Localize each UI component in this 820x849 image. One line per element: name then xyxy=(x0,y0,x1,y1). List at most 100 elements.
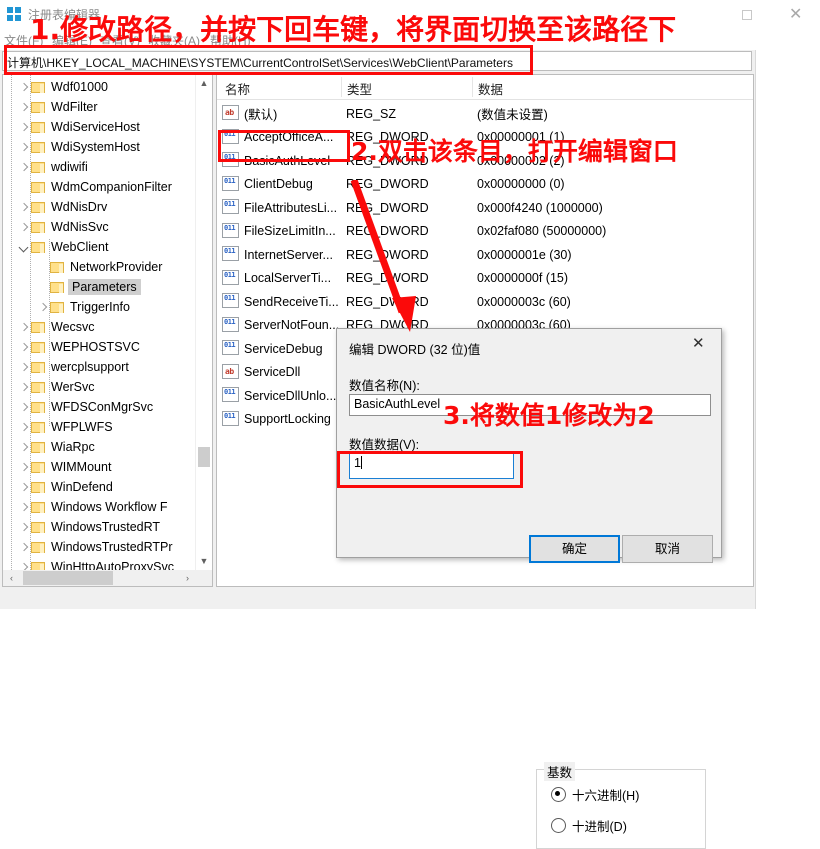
maximize-button[interactable] xyxy=(726,0,772,30)
tree-item-label: WiaRpc xyxy=(51,440,95,454)
tree-item-label: WFPLWFS xyxy=(51,420,113,434)
value-row[interactable]: 011 110FileSizeLimitIn...REG_DWORD0x02fa… xyxy=(217,220,753,243)
folder-icon xyxy=(31,321,46,334)
value-row[interactable]: 011 110InternetServer...REG_DWORD0x00000… xyxy=(217,243,753,266)
registry-tree-pane[interactable]: Wdf01000 WdFilter WdiServiceHost WdiSystemH… xyxy=(2,74,213,587)
tree-item-networkprovider[interactable]: NetworkProvider xyxy=(3,257,212,277)
ok-button[interactable]: 确定 xyxy=(529,535,620,563)
tree-item-wdf01000[interactable]: Wdf01000 xyxy=(3,77,212,97)
chevron-right-icon[interactable] xyxy=(17,381,30,394)
tree-item-wimmount[interactable]: WIMMount xyxy=(3,457,212,477)
value-row[interactable]: 011 110ClientDebugREG_DWORD0x00000000 (0… xyxy=(217,173,753,196)
value-name: ClientDebug xyxy=(244,177,313,191)
tree-item-label: TriggerInfo xyxy=(70,300,130,314)
radio-hexadecimal[interactable]: 十六进制(H) xyxy=(551,785,639,804)
tree-item-windefend[interactable]: WinDefend xyxy=(3,477,212,497)
tree-scroll-right-icon[interactable]: › xyxy=(179,570,196,586)
tree-item-label: wercplsupport xyxy=(51,360,129,374)
dword-value-icon: 011 110 xyxy=(222,340,239,355)
tree-item-label: WdiSystemHost xyxy=(51,140,140,154)
tree-hscroll-thumb[interactable] xyxy=(23,571,113,585)
value-data: (数值未设置) xyxy=(477,108,548,122)
chevron-right-icon[interactable] xyxy=(17,161,30,174)
chevron-right-icon[interactable] xyxy=(17,521,30,534)
folder-icon xyxy=(31,461,46,474)
folder-icon xyxy=(31,361,46,374)
cancel-button[interactable]: 取消 xyxy=(622,535,713,563)
chevron-down-icon[interactable] xyxy=(17,241,30,254)
tree-item-wiarpc[interactable]: WiaRpc xyxy=(3,437,212,457)
value-name: ServiceDebug xyxy=(244,341,323,356)
chevron-right-icon[interactable] xyxy=(17,341,30,354)
tree-item-wdmcompanionfilter[interactable]: WdmCompanionFilter xyxy=(3,177,212,197)
registry-icon xyxy=(7,7,22,22)
dialog-close-button[interactable]: ✕ xyxy=(677,329,721,359)
tree-horizontal-scrollbar[interactable]: ‹ › xyxy=(3,570,212,586)
radio-hexadecimal-icon xyxy=(551,787,566,802)
tree-item-windows-workflow-f[interactable]: Windows Workflow F xyxy=(3,497,212,517)
tree-item-triggerinfo[interactable]: TriggerInfo xyxy=(3,297,212,317)
value-row[interactable]: 011 110SendReceiveTi...REG_DWORD0x000000… xyxy=(217,290,753,313)
tree-item-wecsvc[interactable]: Wecsvc xyxy=(3,317,212,337)
tree-item-wdiwifi[interactable]: wdiwifi xyxy=(3,157,212,177)
chevron-right-icon[interactable] xyxy=(17,101,30,114)
string-value-icon: ab xyxy=(222,363,239,379)
close-button[interactable]: ✕ xyxy=(775,0,820,30)
value-name: ServiceDll xyxy=(244,365,301,379)
chevron-right-icon[interactable] xyxy=(17,461,30,474)
chevron-right-icon[interactable] xyxy=(17,321,30,334)
value-row[interactable]: 011 110FileAttributesLi...REG_DWORD0x000… xyxy=(217,196,753,219)
chevron-right-icon[interactable] xyxy=(17,81,30,94)
chevron-right-icon[interactable] xyxy=(17,121,30,134)
tree-item-wdisystemhost[interactable]: WdiSystemHost xyxy=(3,137,212,157)
tree-scroll-down-icon[interactable]: ▼ xyxy=(196,553,212,570)
base-group-box xyxy=(536,769,706,849)
folder-icon xyxy=(31,201,46,214)
folder-icon xyxy=(31,421,46,434)
chevron-right-icon[interactable] xyxy=(36,301,49,314)
tree-item-wephostsvc[interactable]: WEPHOSTSVC xyxy=(3,337,212,357)
chevron-right-icon[interactable] xyxy=(17,501,30,514)
column-header-data[interactable]: 数据 xyxy=(478,79,503,98)
folder-icon xyxy=(31,401,46,414)
chevron-right-icon[interactable] xyxy=(17,141,30,154)
tree-vertical-scrollbar[interactable]: ▲ ▼ xyxy=(195,75,212,570)
tree-item-wersvc[interactable]: WerSvc xyxy=(3,377,212,397)
chevron-right-icon[interactable] xyxy=(17,481,30,494)
tree-item-wdnissvc[interactable]: WdNisSvc xyxy=(3,217,212,237)
tree-item-wfdsconmgrsvc[interactable]: WFDSConMgrSvc xyxy=(3,397,212,417)
chevron-right-icon[interactable] xyxy=(17,221,30,234)
tree-vscroll-thumb[interactable] xyxy=(198,447,210,467)
tree-item-wdiservicehost[interactable]: WdiServiceHost xyxy=(3,117,212,137)
tree-item-wdfilter[interactable]: WdFilter xyxy=(3,97,212,117)
annotation-box-basicauthlevel xyxy=(218,130,350,162)
column-header-name[interactable]: 名称 xyxy=(225,79,250,98)
chevron-right-icon[interactable] xyxy=(17,401,30,414)
tree-item-parameters[interactable]: Parameters xyxy=(3,277,212,297)
tree-item-wercplsupport[interactable]: wercplsupport xyxy=(3,357,212,377)
chevron-right-icon[interactable] xyxy=(17,541,30,554)
tree-item-windowstrustedrt[interactable]: WindowsTrustedRT xyxy=(3,517,212,537)
tree-item-windowstrustedrtpr[interactable]: WindowsTrustedRTPr xyxy=(3,537,212,557)
chevron-right-icon[interactable] xyxy=(17,441,30,454)
string-value-icon: ab xyxy=(222,105,239,120)
chevron-right-icon[interactable] xyxy=(17,201,30,214)
column-header-type[interactable]: 类型 xyxy=(347,79,372,98)
folder-icon xyxy=(50,301,65,314)
value-row[interactable]: ab (默认) REG_SZ (数值未设置) xyxy=(217,102,753,125)
tree-scroll-left-icon[interactable]: ‹ xyxy=(3,570,20,586)
value-data: 0x00000000 (0) xyxy=(477,177,565,191)
close-icon: ✕ xyxy=(789,6,803,23)
value-name: SendReceiveTi... xyxy=(244,294,339,309)
tree-scroll-up-icon[interactable]: ▲ xyxy=(196,75,212,92)
base-group-label: 基数 xyxy=(544,762,576,781)
tree-item-webclient[interactable]: WebClient xyxy=(3,237,212,257)
dword-value-icon: 011 110 xyxy=(222,316,239,332)
tree-item-wfplwfs[interactable]: WFPLWFS xyxy=(3,417,212,437)
value-row[interactable]: 011 110LocalServerTi...REG_DWORD0x000000… xyxy=(217,267,753,290)
folder-icon xyxy=(31,81,46,94)
radio-decimal[interactable]: 十进制(D) xyxy=(551,816,627,835)
chevron-right-icon[interactable] xyxy=(17,421,30,434)
chevron-right-icon[interactable] xyxy=(17,361,30,374)
tree-item-wdnisdrv[interactable]: WdNisDrv xyxy=(3,197,212,217)
